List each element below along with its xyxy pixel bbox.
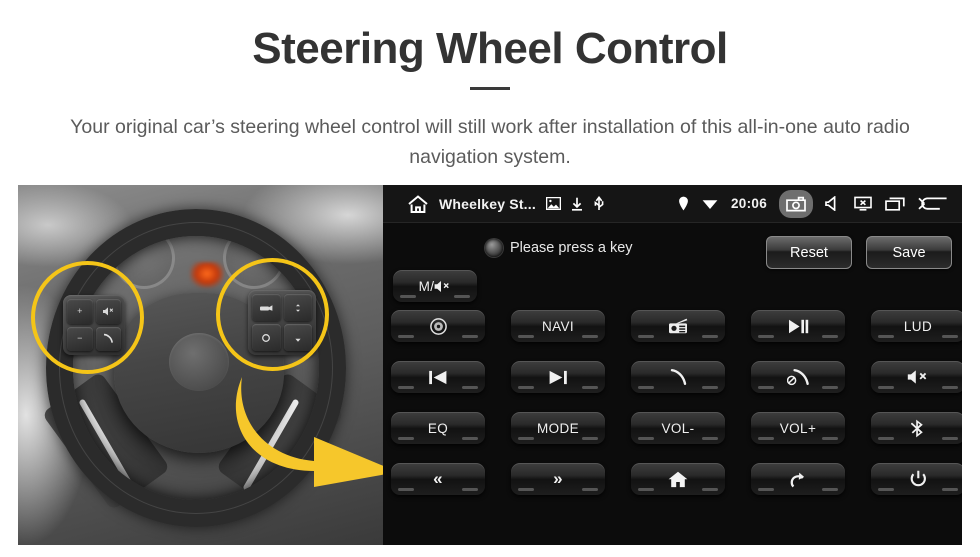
mute-icon [434,280,450,292]
page-title: Steering Wheel Control [252,24,728,73]
status-led [485,239,503,257]
phone-icon [670,369,686,385]
reset-button[interactable]: Reset [766,236,852,269]
key-radio[interactable] [631,310,725,342]
play-pause-icon [788,319,808,333]
key-mute[interactable] [871,361,962,393]
save-button[interactable]: Save [866,236,952,269]
key-rewind-label: « [433,469,443,488]
key-mode[interactable]: MODE [511,412,605,444]
key-bluetooth[interactable] [871,412,962,444]
key-eq[interactable]: EQ [391,412,485,444]
screen-off-icon[interactable] [854,196,872,211]
key-previous[interactable] [391,361,485,393]
key-navi-label: NAVI [541,318,575,334]
location-pin-icon [678,196,689,211]
disc-icon [429,317,447,335]
key-disc[interactable] [391,310,485,342]
home-solid-icon [668,471,688,487]
key-mode-label: MODE [536,420,580,436]
key-home[interactable] [631,463,725,495]
key-master-mute[interactable]: M/ [393,270,477,302]
key-power[interactable] [871,463,962,495]
status-bar-left: Wheelkey St... [383,194,605,214]
home-icon[interactable] [407,194,429,214]
page-root: Steering Wheel Control Your original car… [0,0,980,557]
highlight-ring-right-controls [216,258,329,371]
volume-icon[interactable] [825,196,841,211]
highlight-ring-left-controls [31,261,144,374]
radio-icon [669,318,688,334]
recents-icon[interactable] [885,197,905,211]
previous-track-icon [429,370,447,384]
feature-panel: + − Wheelkey St... 20:06 Please press a … [18,185,962,545]
key-forward-label: » [553,469,563,488]
usb-icon[interactable] [593,196,605,211]
hangup-icon [786,369,809,386]
steering-wheel-photo: + − [18,185,383,545]
key-mapping-grid: NAVI LUD EQ MODE VOL- VOL+ « » [391,310,962,495]
redo-arrow-icon [790,472,804,487]
key-vol-up[interactable]: VOL+ [751,412,845,444]
key-vol-down-label: VOL- [661,420,695,436]
key-lud-label: LUD [903,318,933,334]
status-bar: Wheelkey St... 20:06 [383,185,962,223]
key-eq-label: EQ [427,420,449,436]
key-vol-down[interactable]: VOL- [631,412,725,444]
key-master-mute-label: M/ [418,278,435,294]
key-lud[interactable]: LUD [871,310,962,342]
next-track-icon [549,370,567,384]
key-hangup[interactable] [751,361,845,393]
key-navi[interactable]: NAVI [511,310,605,342]
wifi-icon [702,198,718,210]
callout-arrow [228,375,383,490]
key-rewind[interactable]: « [391,463,485,495]
head-unit-screen: Wheelkey St... 20:06 Please press a key … [383,185,962,545]
clock: 20:06 [730,196,767,211]
key-call[interactable] [631,361,725,393]
download-icon[interactable] [571,197,583,211]
title-divider [470,87,510,90]
key-vol-up-label: VOL+ [779,420,817,436]
key-forward[interactable]: » [511,463,605,495]
app-title: Wheelkey St... [439,195,536,212]
back-icon[interactable] [918,195,948,213]
key-playpause[interactable] [751,310,845,342]
prompt-group: Please press a key [485,239,633,257]
page-subtitle: Your original car’s steering wheel contr… [70,116,910,168]
key-return[interactable] [751,463,845,495]
key-next[interactable] [511,361,605,393]
prompt-text: Please press a key [510,240,633,256]
image-icon[interactable] [545,197,561,210]
power-icon [910,470,926,487]
screenshot-icon[interactable] [779,189,813,218]
bluetooth-icon [911,419,923,437]
status-bar-right: 20:06 [678,189,948,218]
mute-icon [907,370,927,384]
